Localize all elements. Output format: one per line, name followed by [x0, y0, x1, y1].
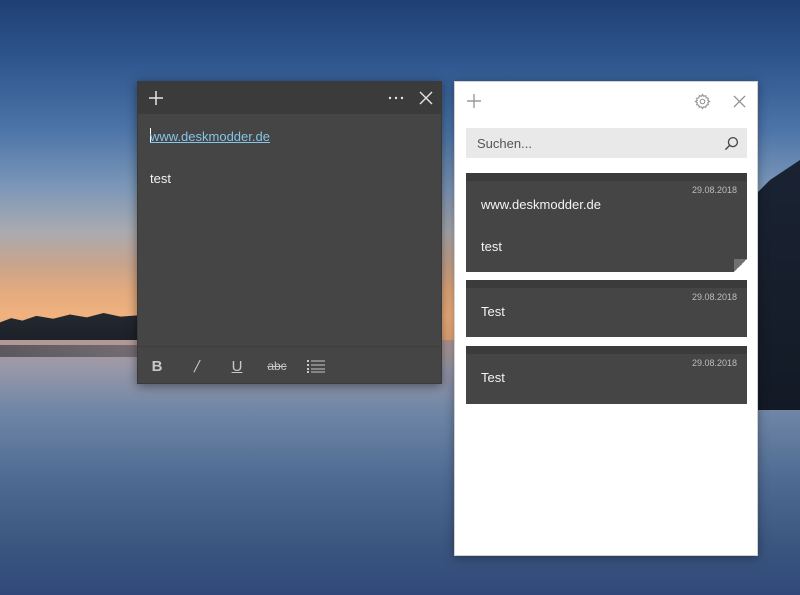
- note-card-fold: [734, 259, 747, 272]
- note-line-link: www.deskmodder.de: [150, 126, 430, 147]
- note-line-text: test: [150, 171, 171, 186]
- note-card-line: Test: [481, 370, 505, 385]
- search-box: [466, 128, 747, 158]
- bullet-list-icon: [307, 360, 325, 373]
- search-input[interactable]: [466, 128, 706, 158]
- list-add-note-button[interactable]: [459, 86, 489, 116]
- note-card-date: 29.08.2018: [691, 292, 737, 302]
- close-icon: [419, 91, 433, 105]
- notes-list-panel: 29.08.2018 www.deskmodder.de test 29.08.…: [454, 81, 758, 556]
- italic-button[interactable]: /: [182, 353, 212, 379]
- note-card-line: www.deskmodder.de: [481, 197, 601, 212]
- more-icon: [388, 96, 404, 100]
- note-text-area[interactable]: www.deskmodder.de test: [150, 126, 430, 341]
- sticky-note-window: www.deskmodder.de test B / U abc: [137, 81, 442, 384]
- gear-icon: [693, 92, 711, 110]
- note-close-button[interactable]: [412, 84, 440, 112]
- underline-button[interactable]: U: [222, 353, 252, 379]
- note-card[interactable]: 29.08.2018 Test: [466, 280, 747, 337]
- note-titlebar[interactable]: [138, 82, 441, 114]
- note-card-date: 29.08.2018: [691, 358, 737, 368]
- note-card[interactable]: 29.08.2018 Test: [466, 346, 747, 404]
- note-card[interactable]: 29.08.2018 www.deskmodder.de test: [466, 173, 747, 272]
- bold-button[interactable]: B: [142, 353, 172, 379]
- note-blank-line: [150, 147, 430, 168]
- note-card-line: Test: [481, 304, 505, 319]
- search-icon: [724, 136, 738, 150]
- list-close-button[interactable]: [724, 86, 754, 116]
- note-add-button[interactable]: [142, 84, 170, 112]
- search-button[interactable]: [721, 133, 741, 153]
- plus-icon: [149, 91, 163, 105]
- plus-icon: [467, 94, 481, 108]
- close-icon: [732, 94, 746, 108]
- settings-button[interactable]: [687, 86, 717, 116]
- note-link[interactable]: www.deskmodder.de: [150, 129, 270, 144]
- note-menu-button[interactable]: [382, 84, 410, 112]
- bullet-list-button[interactable]: [301, 353, 331, 379]
- note-card-line: test: [481, 239, 502, 254]
- note-format-toolbar: B / U abc: [138, 346, 441, 383]
- note-card-date: 29.08.2018: [691, 185, 737, 195]
- strikethrough-button[interactable]: abc: [260, 353, 294, 379]
